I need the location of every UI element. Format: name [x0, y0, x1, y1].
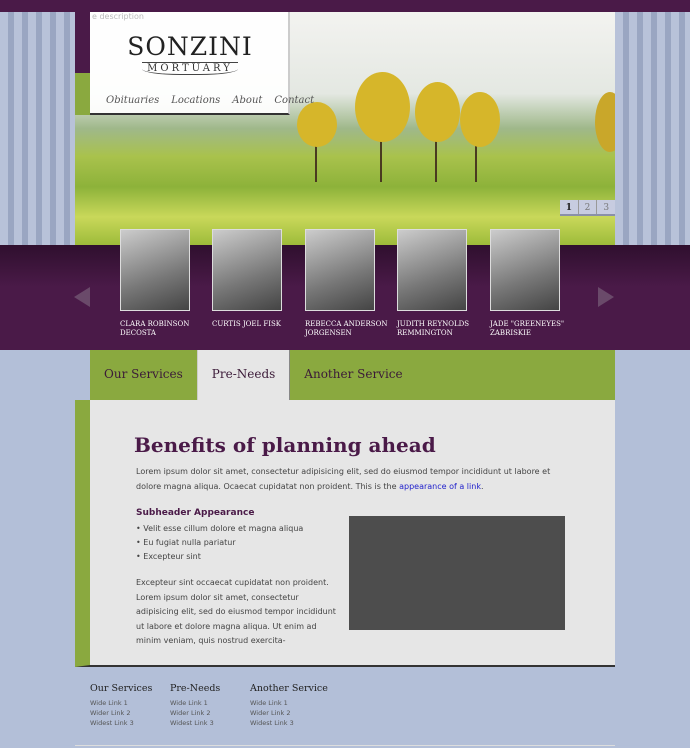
obituary-photo[interactable]	[120, 229, 190, 311]
carousel-next-arrow-icon[interactable]	[598, 287, 614, 307]
slider-pager: 1 2 3	[560, 200, 615, 216]
footer-heading: Our Services	[90, 683, 153, 694]
logo-subtitle: MORTUARY	[142, 62, 238, 75]
side-stripes-left	[0, 12, 75, 245]
bullet-list: • Velit esse cillum dolore et magna aliq…	[136, 522, 303, 564]
main-nav: Obituaries Locations About Contact	[106, 95, 314, 106]
pager-2[interactable]: 2	[579, 200, 598, 214]
obituary-name[interactable]: CLARA ROBINSON DECOSTA	[120, 320, 215, 338]
tab-our-services[interactable]: Our Services	[90, 350, 197, 400]
obituary-photo[interactable]	[212, 229, 282, 311]
obituary-photo[interactable]	[490, 229, 560, 311]
nav-about[interactable]: About	[232, 95, 262, 106]
footer-heading: Pre-Needs	[170, 683, 221, 694]
obituary-card[interactable]: JADE "GREENEYES" ZABRISKIE	[490, 229, 564, 338]
list-item: • Velit esse cillum dolore et magna aliq…	[136, 524, 304, 533]
obituary-card[interactable]: CLARA ROBINSON DECOSTA	[120, 229, 190, 338]
obituary-name[interactable]: CURTIS JOEL FISK	[212, 320, 307, 329]
tab-another-service[interactable]: Another Service	[290, 350, 416, 400]
nav-contact[interactable]: Contact	[274, 95, 314, 106]
obituary-name[interactable]: REBECCA ANDERSON JORGENSEN	[305, 320, 400, 338]
content-link[interactable]: appearance of a link	[399, 482, 481, 491]
footer-column: Our Services Wide Link 1 Wider Link 2 Wides…	[90, 683, 170, 728]
carousel-prev-arrow-icon[interactable]	[74, 287, 90, 307]
footer-link[interactable]: Wider Link 2	[170, 708, 250, 718]
list-item: • Excepteur sint	[136, 552, 201, 561]
site-description: e description	[92, 12, 144, 21]
footer-links: Our Services Wide Link 1 Wider Link 2 Wides…	[90, 683, 330, 728]
tab-pre-needs[interactable]: Pre-Needs	[196, 350, 291, 400]
service-tabs: Our Services Pre-Needs Another Service	[90, 350, 615, 400]
header-accent-purple	[75, 12, 90, 73]
footer-link[interactable]: Wide Link 1	[170, 698, 250, 708]
page-title: Benefits of planning ahead	[134, 433, 436, 457]
top-bar	[0, 0, 690, 12]
obituary-name[interactable]: JUDITH REYNOLDS REMMINGTON	[397, 320, 492, 338]
side-stripes-right	[615, 12, 690, 245]
body-paragraph: Excepteur sint occaecat cupidatat non pr…	[136, 578, 336, 645]
footer-divider	[75, 745, 615, 746]
footer-link[interactable]: Widest Link 3	[90, 718, 170, 728]
image-placeholder	[349, 516, 565, 630]
footer-column: Another Service Wide Link 1 Wider Link 2 Wi…	[250, 683, 330, 728]
list-item: • Eu fugiat nulla pariatur	[136, 538, 236, 547]
footer-column: Pre-Needs Wide Link 1 Wider Link 2 Widest L…	[170, 683, 250, 728]
nav-obituaries[interactable]: Obituaries	[106, 95, 159, 106]
pager-3[interactable]: 3	[597, 200, 615, 214]
obituary-name[interactable]: JADE "GREENEYES" ZABRISKIE	[490, 320, 585, 338]
intro-paragraph: Lorem ipsum dolor sit amet, consectetur …	[136, 467, 551, 491]
obituary-card[interactable]: CURTIS JOEL FISK	[212, 229, 282, 329]
site-header: e description SONZINI MORTUARY Obituarie…	[90, 12, 314, 115]
obituary-photo[interactable]	[305, 229, 375, 311]
footer-link[interactable]: Widest Link 3	[250, 718, 330, 728]
footer-link[interactable]: Wide Link 1	[90, 698, 170, 708]
footer-link[interactable]: Wide Link 1	[250, 698, 330, 708]
main-content: Benefits of planning ahead Lorem ipsum d…	[75, 400, 615, 667]
footer-link[interactable]: Widest Link 3	[170, 718, 250, 728]
nav-locations[interactable]: Locations	[171, 95, 220, 106]
obituary-card[interactable]: REBECCA ANDERSON JORGENSEN	[305, 229, 387, 338]
pager-1[interactable]: 1	[560, 200, 579, 214]
obituary-card[interactable]: JUDITH REYNOLDS REMMINGTON	[397, 229, 469, 338]
subheader: Subheader Appearance	[136, 508, 255, 518]
footer-link[interactable]: Wider Link 2	[90, 708, 170, 718]
header-accent-green	[75, 73, 90, 115]
footer-link[interactable]: Wider Link 2	[250, 708, 330, 718]
logo[interactable]: SONZINI	[90, 32, 290, 61]
footer-heading: Another Service	[250, 683, 328, 694]
obituary-photo[interactable]	[397, 229, 467, 311]
